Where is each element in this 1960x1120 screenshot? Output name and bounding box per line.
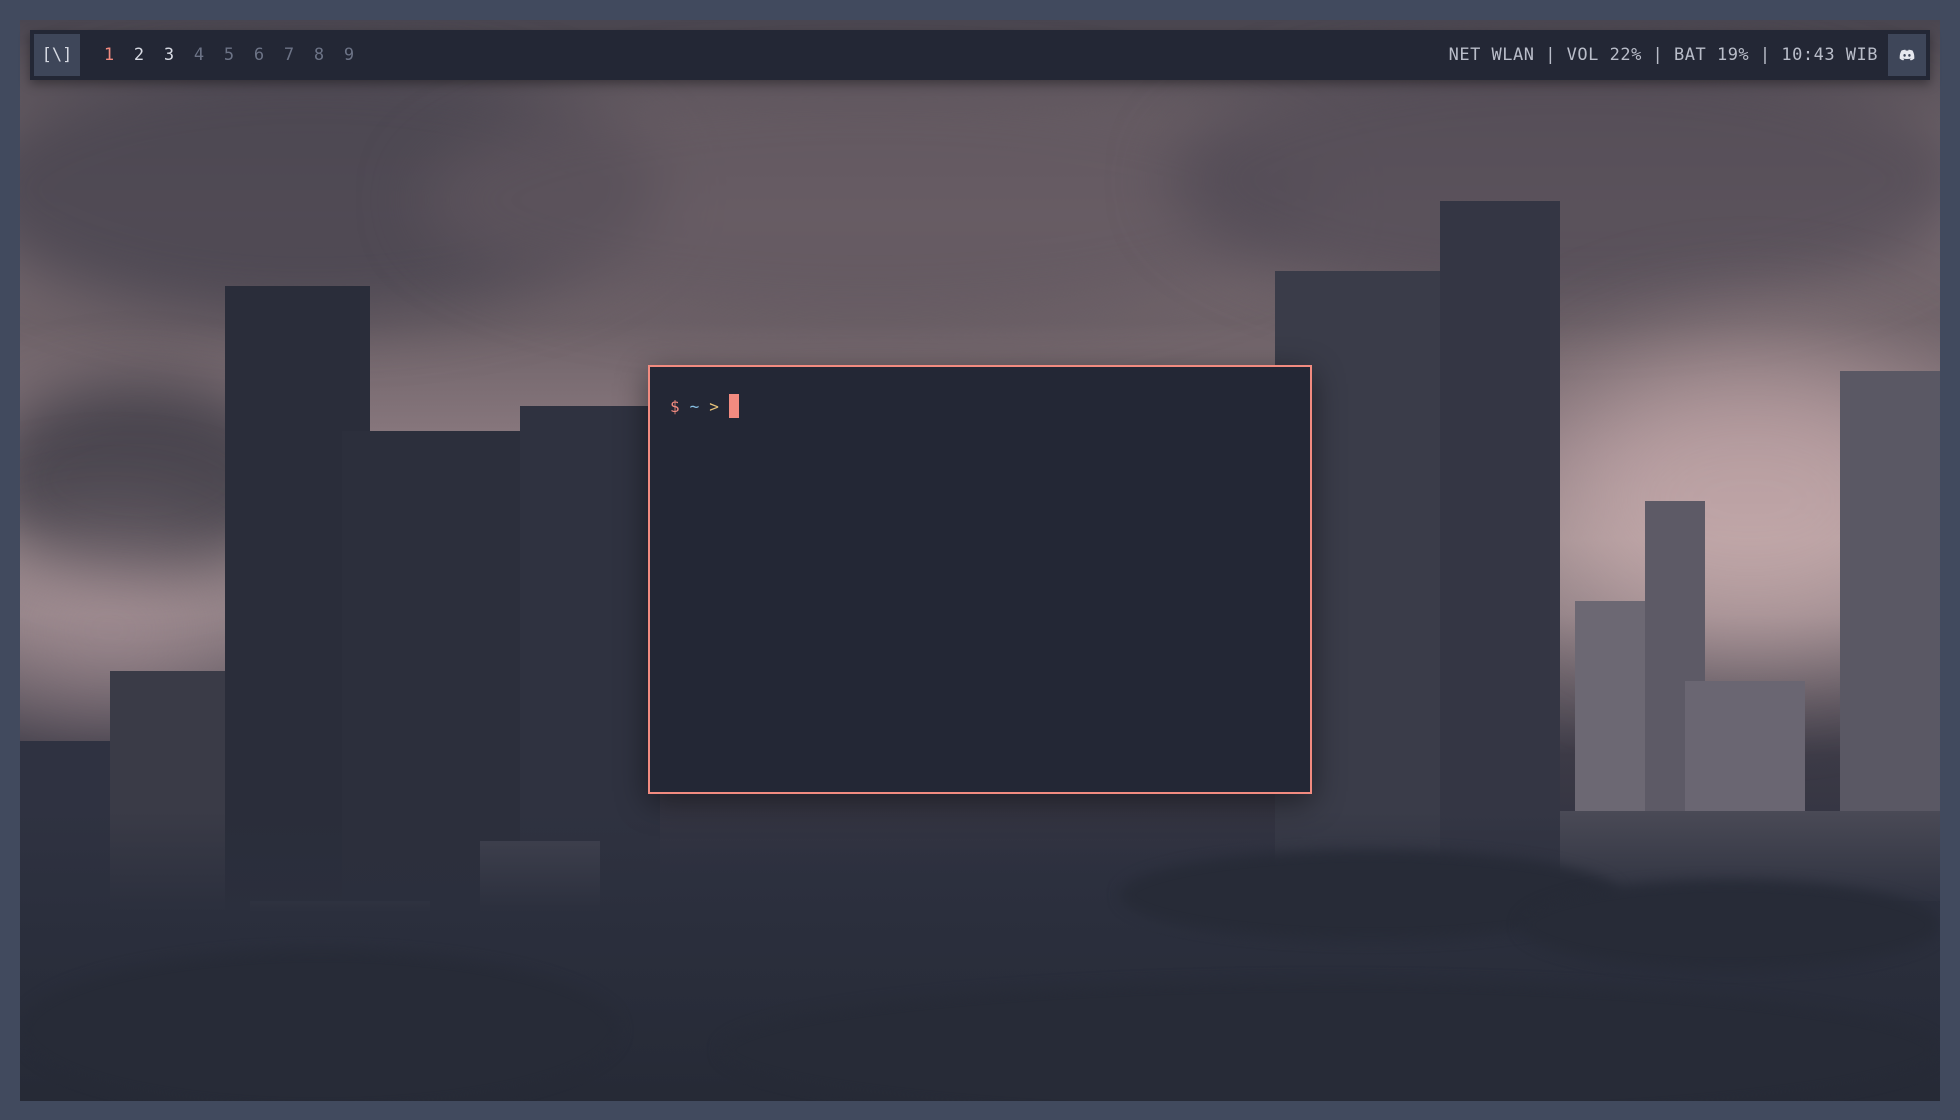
status-text: NET WLAN | VOL 22% | BAT 19% | 10:43 WIB [1448,45,1878,65]
workspace-tag-4[interactable]: 4 [184,45,214,65]
wallpaper-trees [20,950,620,1101]
systray-discord[interactable] [1888,34,1926,76]
workspace-tag-2[interactable]: 2 [124,45,154,65]
screen-frame: [\] 1 2 3 4 5 6 7 8 9 NET WLAN | VOL 22%… [0,0,1960,1120]
layout-indicator[interactable]: [\] [34,34,80,76]
workspace-tag-9[interactable]: 9 [334,45,364,65]
workspace-tags: 1 2 3 4 5 6 7 8 9 [94,45,364,65]
prompt-directory: ~ [689,396,700,416]
wallpaper-trees [1520,880,1940,970]
prompt-symbol: $ [670,396,680,416]
workspace-tag-5[interactable]: 5 [214,45,244,65]
workspace-tag-1[interactable]: 1 [94,45,124,65]
status-bar: [\] 1 2 3 4 5 6 7 8 9 NET WLAN | VOL 22%… [30,30,1930,80]
discord-icon [1899,49,1915,61]
workspace-tag-7[interactable]: 7 [274,45,304,65]
terminal-cursor[interactable] [728,394,739,418]
workspace-tag-6[interactable]: 6 [244,45,274,65]
workspace-tag-8[interactable]: 8 [304,45,334,65]
shell-prompt: $ ~ > [670,394,739,418]
prompt-arrow: > [709,396,719,416]
workspace-tag-3[interactable]: 3 [154,45,184,65]
terminal-window[interactable]: $ ~ > [648,365,1312,794]
